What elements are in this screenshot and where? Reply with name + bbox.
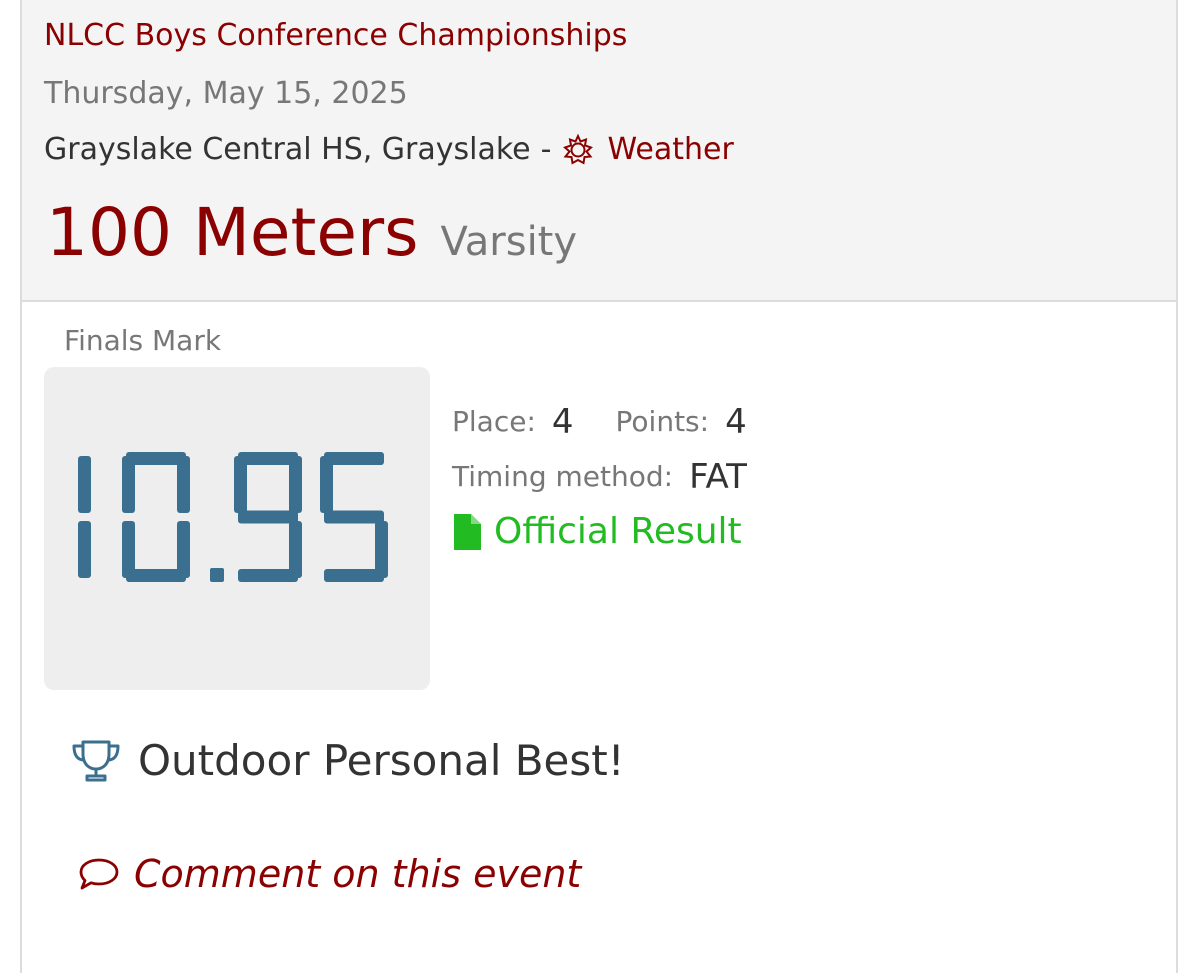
trophy-icon	[72, 740, 120, 781]
venue-separator: -	[540, 132, 552, 167]
finals-mark-label: Finals Mark	[64, 324, 222, 357]
mark-digit-3	[320, 452, 388, 582]
meet-date: Thursday, May 15, 2025	[44, 76, 408, 111]
mark-segment	[177, 456, 190, 513]
document-icon	[454, 513, 481, 550]
mark-digit-2	[234, 452, 302, 582]
place-value: 4	[551, 401, 574, 442]
timing-row: Timing method: FAT	[452, 449, 747, 504]
event-name: 100 Meters	[46, 194, 419, 271]
personal-best-text: Outdoor Personal Best!	[138, 736, 625, 785]
mark-segment	[78, 456, 91, 513]
weather-label: Weather	[607, 132, 734, 167]
timing-value: FAT	[689, 456, 747, 497]
result-card: NLCC Boys Conference Championships Thurs…	[20, 0, 1178, 973]
result-header: NLCC Boys Conference Championships Thurs…	[22, 0, 1176, 302]
mark-segment	[320, 456, 333, 513]
place-points-row: Place: 4 Points: 4	[452, 394, 747, 449]
result-details: Place: 4 Points: 4 Timing method: FAT Of…	[452, 394, 747, 559]
mark-segment	[324, 569, 384, 582]
mark-segment	[78, 521, 91, 578]
points-value: 4	[725, 401, 747, 442]
timing-label: Timing method:	[452, 460, 674, 493]
personal-best-banner: Outdoor Personal Best!	[70, 736, 625, 785]
official-result-label: Official Result	[494, 511, 742, 552]
speech-bubble-icon	[79, 858, 119, 890]
venue-line: Grayslake Central HS, Grayslake - Weathe…	[44, 132, 734, 167]
mark-segment	[234, 456, 247, 513]
mark-segment	[122, 521, 135, 578]
mark-segment	[238, 510, 298, 524]
comment-link[interactable]: Comment on this event	[78, 852, 581, 896]
mark-segment	[238, 569, 298, 582]
comment-label: Comment on this event	[134, 852, 582, 896]
mark-digit-0	[78, 456, 91, 578]
event-title: 100 Meters Varsity	[46, 194, 577, 271]
seven-segment-mark	[78, 452, 388, 582]
official-result-link[interactable]: Official Result	[452, 504, 747, 559]
mark-decimal-point	[210, 568, 224, 582]
meet-name-link[interactable]: NLCC Boys Conference Championships	[44, 18, 627, 53]
mark-digit-1	[122, 452, 190, 582]
place-label: Place:	[452, 405, 536, 438]
mark-segment	[122, 456, 135, 513]
finals-mark-display	[44, 367, 430, 690]
mark-segment	[324, 510, 384, 524]
venue-name: Grayslake Central HS, Grayslake	[44, 132, 531, 167]
sun-icon	[563, 133, 594, 165]
mark-segment	[289, 456, 302, 513]
event-level: Varsity	[440, 219, 578, 265]
points-label: Points:	[615, 405, 710, 438]
weather-link[interactable]: Weather	[561, 132, 734, 167]
